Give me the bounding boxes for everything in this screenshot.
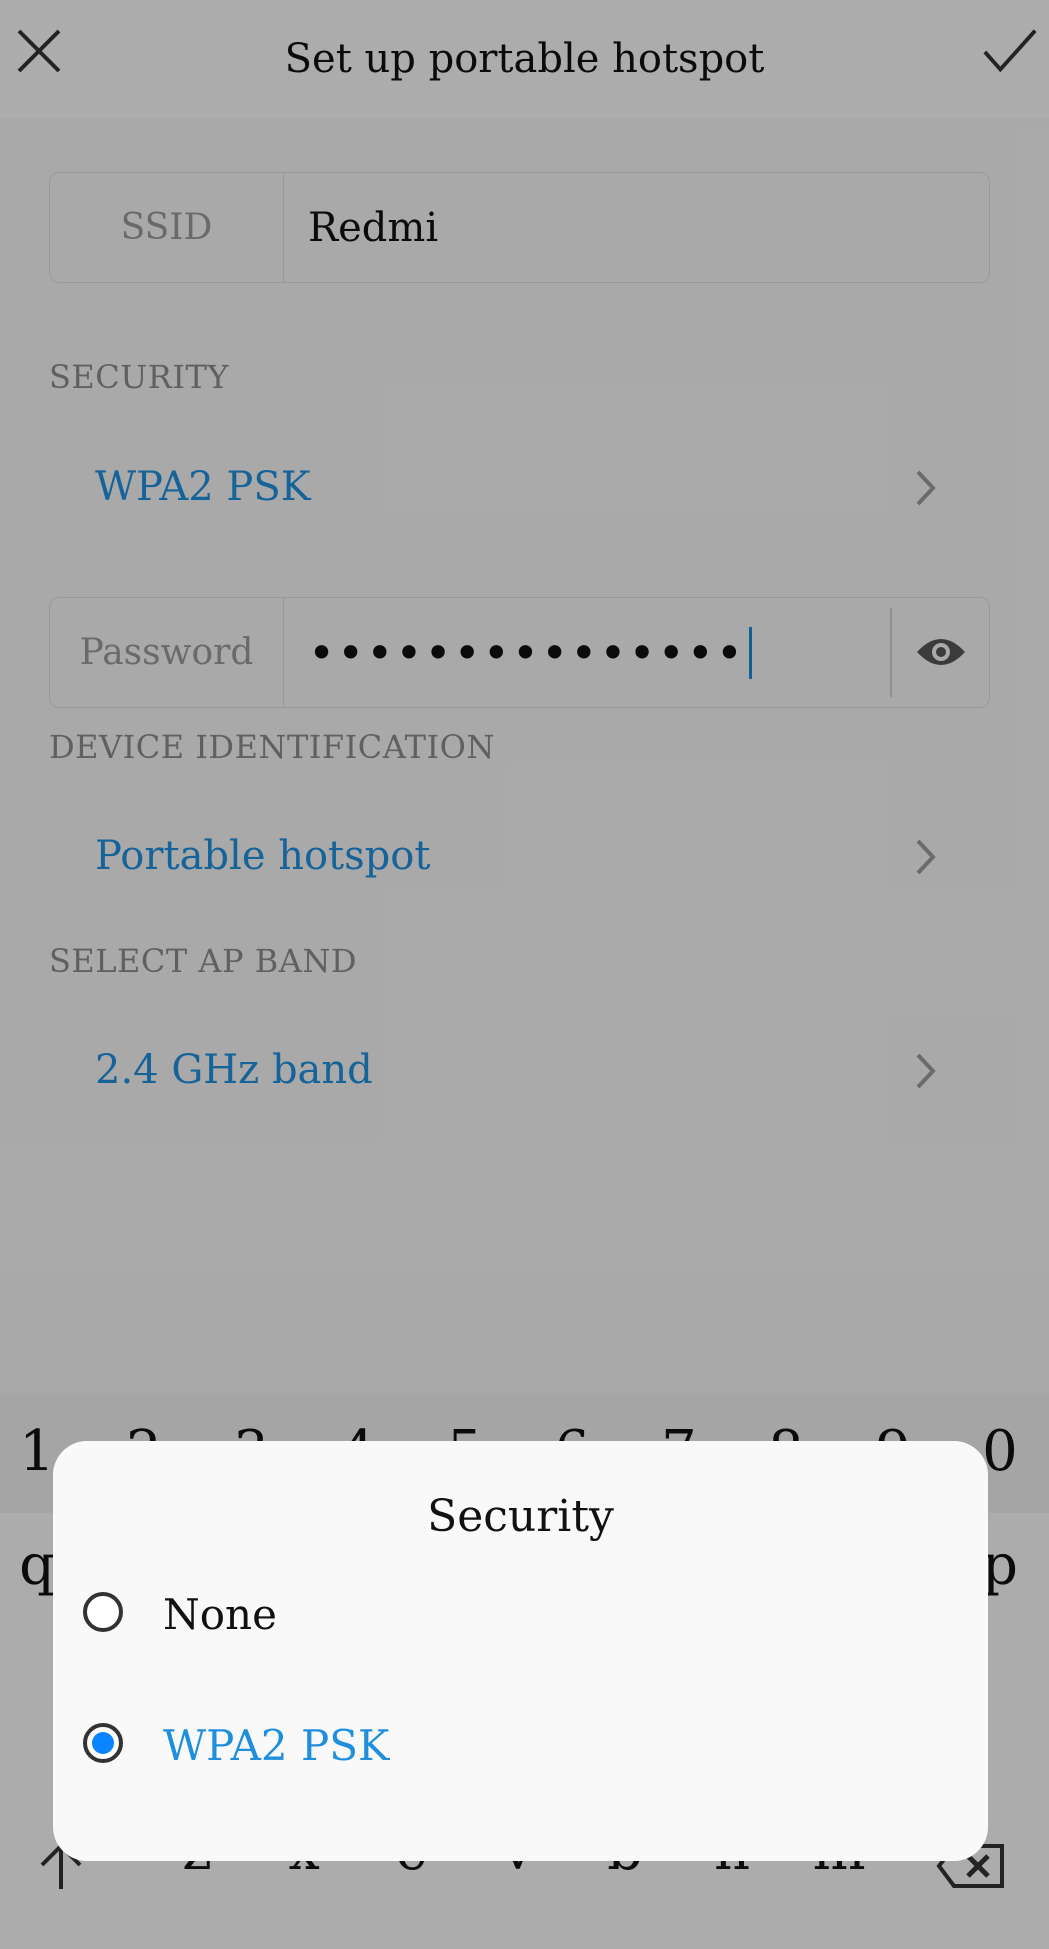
dialog-title: Security [427,1491,614,1542]
option-label: None [163,1589,277,1639]
radio-unchecked-icon[interactable] [83,1592,123,1632]
option-label: WPA2 PSK [163,1720,390,1770]
radio-checked-icon[interactable] [83,1723,123,1763]
security-dialog: Security None WPA2 PSK [53,1441,988,1861]
option-wpa2-psk[interactable]: WPA2 PSK [53,1695,988,1795]
option-none[interactable]: None [53,1564,988,1664]
